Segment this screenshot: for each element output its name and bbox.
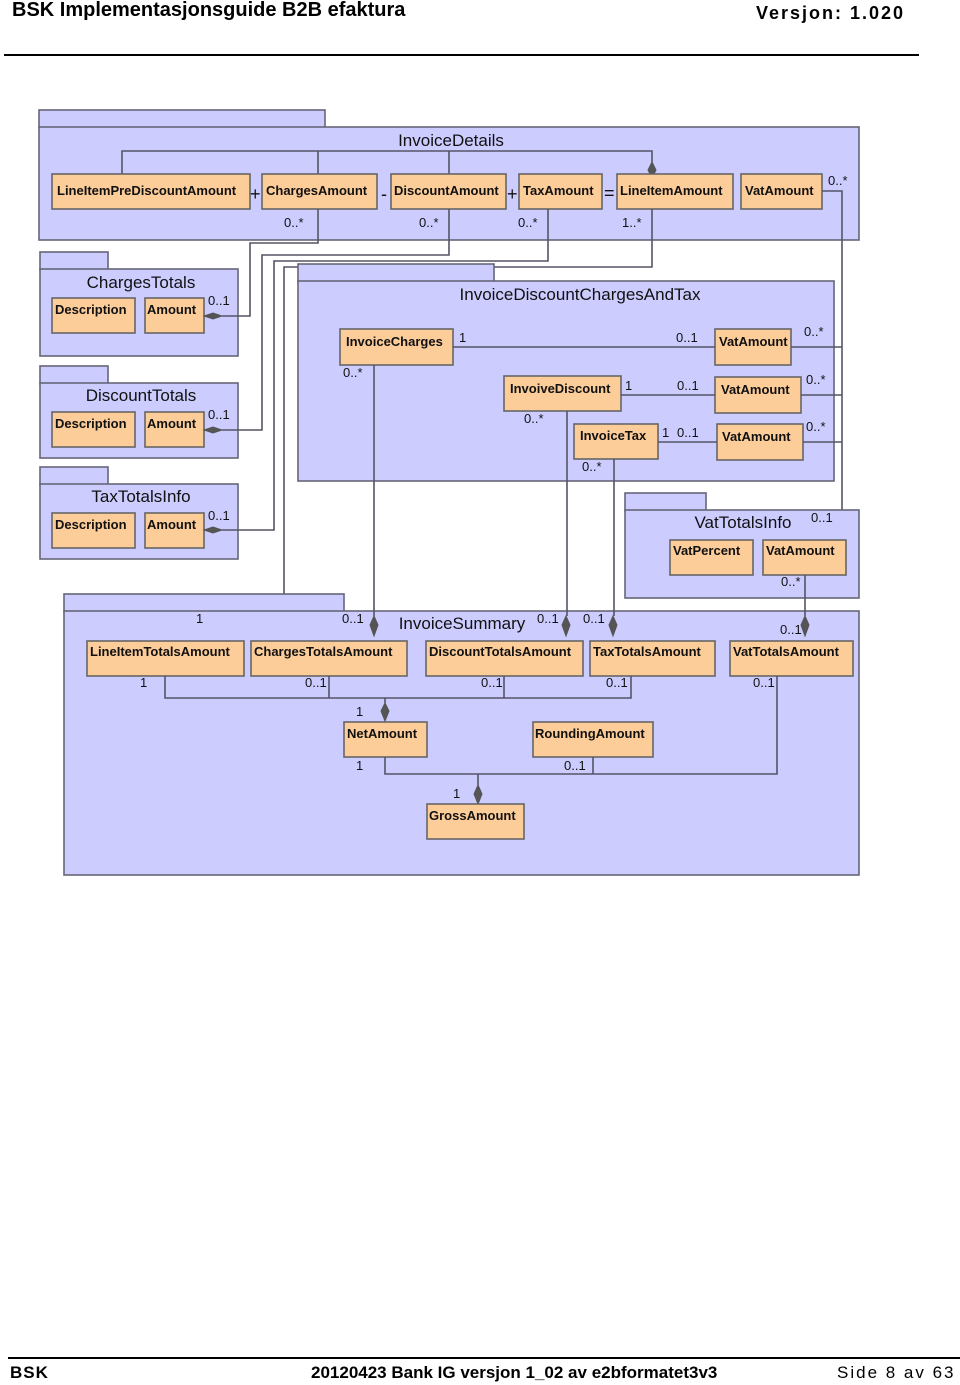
package-title: DiscountTotals: [86, 386, 197, 405]
class-line-item-amount[interactable]: LineItemAmount: [616, 173, 734, 210]
svg-text:Amount: Amount: [147, 302, 197, 317]
package-charges-totals: ChargesTotals Description Amount 0..1: [39, 251, 239, 357]
svg-text:LineItemAmount: LineItemAmount: [620, 183, 723, 198]
multiplicity-label: 0..*: [781, 574, 801, 589]
svg-text:Amount: Amount: [147, 517, 197, 532]
uml-diagram: InvoiceDetails LineItemPreDiscountAmount…: [38, 109, 860, 876]
svg-text:VatAmount: VatAmount: [745, 183, 814, 198]
svg-text:TaxAmount: TaxAmount: [523, 183, 594, 198]
class-line-item-pre-discount-amount[interactable]: LineItemPreDiscountAmount: [51, 173, 251, 210]
svg-text:Description: Description: [55, 517, 127, 532]
svg-text:VatAmount: VatAmount: [721, 382, 790, 397]
package-discount-totals: DiscountTotals Description Amount 0..1: [39, 365, 239, 459]
svg-text:GrossAmount: GrossAmount: [429, 808, 516, 823]
class-discount-amount[interactable]: DiscountAmount: [390, 173, 507, 210]
svg-text:VatPercent: VatPercent: [673, 543, 741, 558]
multiplicity-label: 0..1: [606, 675, 628, 690]
svg-text:RoundingAmount: RoundingAmount: [535, 726, 645, 741]
class-vat-amount[interactable]: VatAmount: [740, 173, 823, 210]
multiplicity-label: 0..*: [806, 419, 826, 434]
multiplicity-label: 1: [453, 786, 460, 801]
svg-text:DiscountTotalsAmount: DiscountTotalsAmount: [429, 644, 572, 659]
multiplicity-label: 0..*: [518, 215, 538, 230]
package-title: TaxTotalsInfo: [91, 487, 190, 506]
operator-minus: -: [381, 184, 387, 204]
multiplicity-label: 0..*: [828, 173, 848, 188]
svg-text:VatAmount: VatAmount: [719, 334, 788, 349]
svg-text:VatAmount: VatAmount: [766, 543, 835, 558]
multiplicity-label: 0..1: [677, 425, 699, 440]
multiplicity-label: 0..1: [811, 510, 833, 525]
multiplicity-label: 0..*: [804, 324, 824, 339]
multiplicity-label: 0..1: [537, 611, 559, 626]
svg-text:Amount: Amount: [147, 416, 197, 431]
svg-text:DiscountAmount: DiscountAmount: [394, 183, 499, 198]
operator-equals: =: [604, 183, 615, 203]
multiplicity-label: 1: [140, 675, 147, 690]
class-tax-amount[interactable]: TaxAmount: [518, 173, 603, 210]
multiplicity-label: 0..1: [677, 378, 699, 393]
multiplicity-label: 0..*: [582, 459, 602, 474]
svg-text:ChargesAmount: ChargesAmount: [266, 183, 368, 198]
package-vat-totals-info: VatTotalsInfo VatPercent VatAmount 0..1 …: [624, 492, 860, 599]
package-tax-totals-info: TaxTotalsInfo Description Amount 0..1: [39, 466, 239, 560]
multiplicity-label: 0..1: [564, 758, 586, 773]
svg-text:ChargesTotalsAmount: ChargesTotalsAmount: [254, 644, 393, 659]
multiplicity-label: 0..*: [343, 365, 363, 380]
multiplicity-label: 0..1: [676, 330, 698, 345]
multiplicity-label: 0..1: [305, 675, 327, 690]
multiplicity-label: 0..1: [208, 407, 230, 422]
footer-organization: BSK: [10, 1363, 49, 1382]
multiplicity-label: 0..1: [208, 508, 230, 523]
multiplicity-label: 1: [196, 611, 203, 626]
multiplicity-label: 0..1: [481, 675, 503, 690]
multiplicity-label: 0..1: [753, 675, 775, 690]
package-title: ChargesTotals: [87, 273, 196, 292]
svg-text:LineItemTotalsAmount: LineItemTotalsAmount: [90, 644, 231, 659]
multiplicity-label: 1: [662, 425, 669, 440]
package-title: InvoiceDetails: [398, 131, 504, 150]
multiplicity-label: 0..1: [780, 622, 802, 637]
footer-page-number: Side 8 av 63: [837, 1363, 956, 1382]
operator-plus: +: [250, 184, 261, 204]
multiplicity-label: 1: [459, 330, 466, 345]
multiplicity-label: 1: [625, 378, 632, 393]
svg-text:TaxTotalsAmount: TaxTotalsAmount: [593, 644, 702, 659]
svg-text:Description: Description: [55, 416, 127, 431]
multiplicity-label: 0..1: [208, 293, 230, 308]
class-charges-amount[interactable]: ChargesAmount: [261, 173, 378, 210]
svg-text:InvoiceCharges: InvoiceCharges: [346, 334, 443, 349]
svg-text:VatTotalsAmount: VatTotalsAmount: [733, 644, 840, 659]
package-title: VatTotalsInfo: [694, 513, 791, 532]
multiplicity-label: 1..*: [622, 215, 642, 230]
multiplicity-label: 0..1: [583, 611, 605, 626]
multiplicity-label: 1: [356, 758, 363, 773]
svg-text:InvoiceTax: InvoiceTax: [580, 428, 647, 443]
package-title: InvoiceDiscountChargesAndTax: [460, 285, 701, 304]
svg-text:LineItemPreDiscountAmount: LineItemPreDiscountAmount: [57, 183, 237, 198]
svg-text:NetAmount: NetAmount: [347, 726, 418, 741]
multiplicity-label: 0..*: [524, 411, 544, 426]
multiplicity-label: 0..*: [806, 372, 826, 387]
multiplicity-label: 1: [356, 704, 363, 719]
package-title: InvoiceSummary: [399, 614, 526, 633]
svg-text:InvoiveDiscount: InvoiveDiscount: [510, 381, 611, 396]
multiplicity-label: 0..*: [419, 215, 439, 230]
footer-divider: [8, 1357, 960, 1359]
multiplicity-label: 0..*: [284, 215, 304, 230]
svg-text:VatAmount: VatAmount: [722, 429, 791, 444]
operator-plus: +: [507, 184, 518, 204]
footer-document-name: 20120423 Bank IG versjon 1_02 av e2bform…: [311, 1363, 718, 1382]
multiplicity-label: 0..1: [342, 611, 364, 626]
svg-text:Description: Description: [55, 302, 127, 317]
package-tab: [38, 109, 326, 129]
